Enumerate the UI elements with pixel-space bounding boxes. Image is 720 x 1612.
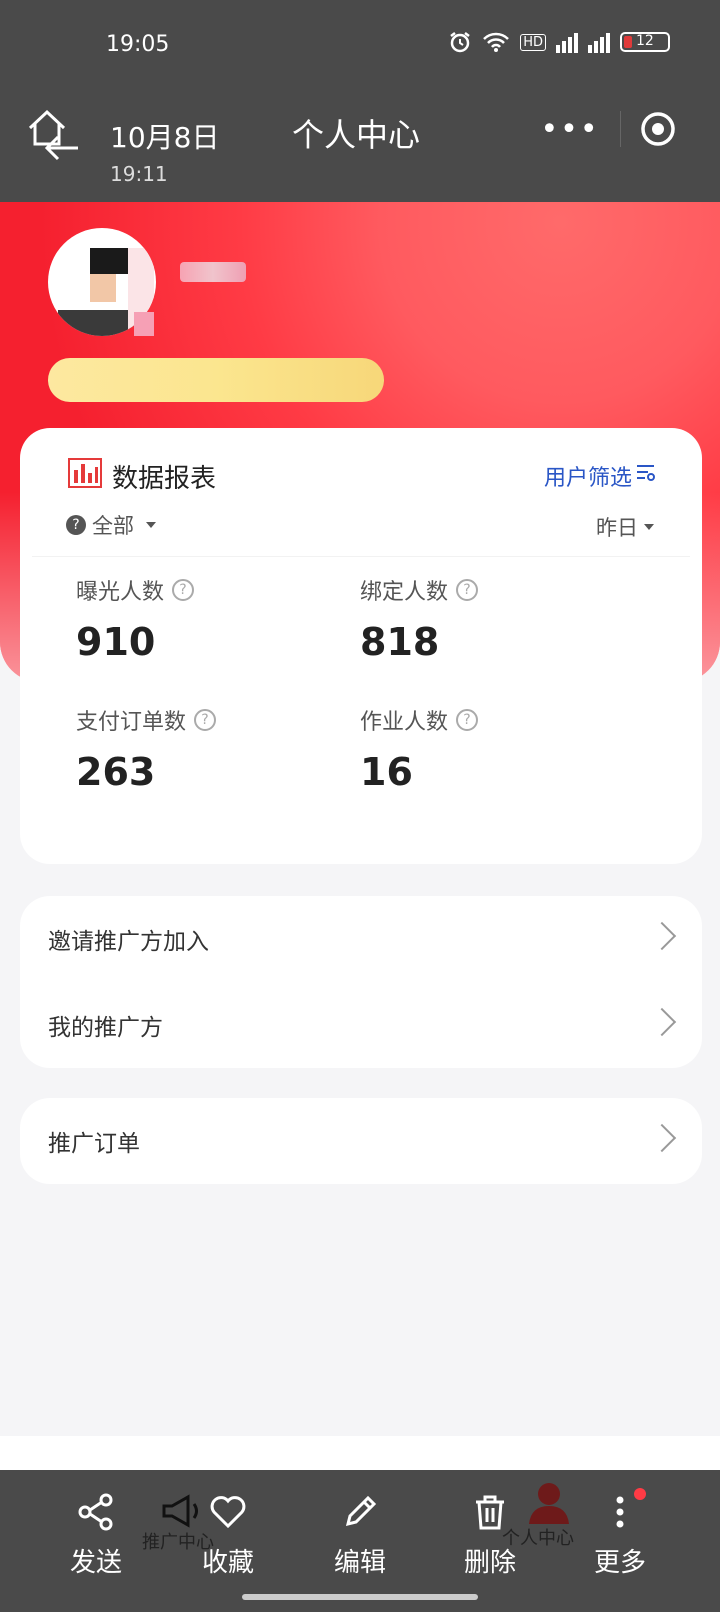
miniapp-capsule: ••• [520,96,696,162]
caret-down-icon [146,522,156,528]
question-icon: ? [66,515,86,535]
filter-list-icon[interactable] [636,464,656,482]
stat-value: 16 [360,750,413,794]
heart-icon [210,1496,246,1529]
help-icon[interactable]: ? [172,579,195,601]
hd-badge: HD [520,33,546,51]
avatar-redaction [134,312,154,336]
stat-bound: 绑定人数? 818 [360,574,479,664]
bar-chart-icon [68,458,102,488]
action-label: 删除 [463,1548,516,1578]
card-title: 数据报表 [112,464,217,494]
top-overlay: 19:05 HD 12 10月8日 19:11 个人中心 ••• [0,0,720,202]
trash-icon [476,1495,504,1530]
favorite-button[interactable]: 收藏 [178,1492,278,1579]
action-label: 更多 [593,1548,646,1578]
target-icon [641,112,675,146]
share-action-bar: 推广中心 个人中心 发送 收藏 编辑 删除 更多 [0,1470,720,1612]
member-level-bar [48,358,384,402]
share-icon [78,1493,113,1531]
back-arrow-icon[interactable] [44,134,80,162]
chevron-right-icon [647,921,677,951]
stat-paid-orders: 支付订单数? 263 [76,704,217,794]
stat-workers: 作业人数? 16 [360,704,479,794]
stat-label: 绑定人数 [360,580,449,605]
notification-dot [634,1488,646,1500]
stat-label: 作业人数 [360,710,449,735]
pencil-icon [345,1495,377,1527]
page-title: 个人中心 [292,116,421,154]
stat-exposure: 曝光人数? 910 [76,574,195,664]
home-indicator[interactable] [242,1594,478,1600]
delete-button[interactable]: 删除 [440,1492,540,1579]
data-report-card: 数据报表 用户筛选 ? 全部 昨日 曝光人数? 910 绑定人数? 818 支付… [20,428,702,864]
username-redacted [180,262,246,282]
stat-label: 支付订单数 [76,710,187,735]
signal-icon [588,31,610,53]
chevron-right-icon [647,1123,677,1153]
help-icon[interactable]: ? [194,709,217,731]
period-selector[interactable]: 昨日 [596,512,654,542]
nav-time: 19:11 [110,162,168,186]
promoter-menu: 邀请推广方加入 我的推广方 [20,896,702,1068]
menu-label: 邀请推广方加入 [48,929,209,955]
divider [32,556,690,557]
stat-label: 曝光人数 [76,580,165,605]
status-time: 19:05 [106,32,170,57]
signal-icon [556,31,578,53]
menu-label: 推广订单 [48,1131,140,1157]
nav-date: 10月8日 [110,121,220,154]
menu-label: 我的推广方 [48,1015,163,1041]
more-actions-button[interactable]: 更多 [570,1488,670,1579]
action-label: 收藏 [201,1548,254,1578]
action-label: 编辑 [333,1548,386,1578]
status-icons: HD 12 [448,30,670,54]
orders-menu: 推广订单 [20,1098,702,1184]
user-filter-link[interactable]: 用户筛选 [544,460,632,492]
scope-selector[interactable]: ? 全部 [66,510,156,540]
stat-value: 910 [76,620,156,664]
invite-promoter-item[interactable]: 邀请推广方加入 [20,896,702,982]
close-miniapp-button[interactable] [621,111,695,147]
my-promoters-item[interactable]: 我的推广方 [20,982,702,1068]
stat-value: 263 [76,750,156,794]
tabbar-background [0,1436,720,1470]
wifi-icon [483,32,510,52]
edit-button[interactable]: 编辑 [310,1492,410,1579]
chevron-right-icon [647,1007,677,1037]
alarm-icon [450,32,470,53]
period-label: 昨日 [596,516,638,540]
action-label: 发送 [69,1548,122,1578]
more-vertical-icon [616,1496,624,1528]
caret-down-icon [644,524,654,530]
help-icon[interactable]: ? [456,709,479,731]
promotion-orders-item[interactable]: 推广订单 [20,1098,702,1184]
help-icon[interactable]: ? [456,579,479,601]
send-button[interactable]: 发送 [46,1492,146,1579]
stat-value: 818 [360,620,440,664]
battery-icon: 12 [620,32,670,52]
more-button[interactable]: ••• [520,112,620,147]
scope-label: 全部 [92,514,134,538]
